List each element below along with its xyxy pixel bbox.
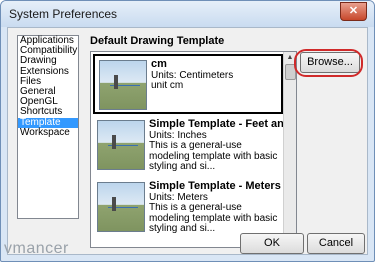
template-item-feet-inches[interactable]: Simple Template - Feet an... Units: Inch…	[93, 116, 283, 174]
person-figure-icon	[112, 197, 116, 211]
title-bar[interactable]: System Preferences ✕	[1, 1, 374, 27]
template-units: Units: Centimeters	[151, 70, 234, 81]
person-figure-icon	[112, 135, 116, 149]
nav-item-shortcuts[interactable]: Shortcuts	[18, 107, 78, 117]
template-description: This is a general-use modeling template …	[149, 203, 278, 233]
template-list-scrollbar[interactable]: ▲ ▼	[283, 52, 296, 247]
browse-highlight-annotation	[294, 49, 363, 77]
template-name: Simple Template - Feet an...	[149, 118, 283, 130]
template-item-cm[interactable]: cm Units: Centimeters unit cm	[93, 54, 283, 114]
close-button[interactable]: ✕	[340, 2, 367, 21]
system-preferences-window: System Preferences ✕ Applications Compat…	[0, 0, 375, 262]
window-title: System Preferences	[9, 7, 118, 21]
close-icon: ✕	[348, 5, 359, 17]
ok-button[interactable]: OK	[240, 233, 304, 254]
template-thumbnail	[97, 120, 145, 170]
person-figure-icon	[114, 75, 118, 89]
template-item-meters[interactable]: Simple Template - Meters Units: Meters T…	[93, 178, 283, 236]
template-units: Units: Inches	[149, 130, 207, 141]
section-title: Default Drawing Template	[90, 35, 225, 47]
template-description: This is a general-use modeling template …	[149, 141, 278, 171]
cancel-button[interactable]: Cancel	[307, 233, 365, 254]
template-list[interactable]: cm Units: Centimeters unit cm Simple Tem…	[90, 51, 297, 248]
watermark: vmancer	[4, 240, 69, 257]
category-list[interactable]: Applications Compatibility Drawing Exten…	[17, 35, 79, 219]
template-name: Simple Template - Meters	[149, 180, 281, 192]
nav-item-workspace[interactable]: Workspace	[18, 127, 78, 138]
template-thumbnail	[97, 182, 145, 232]
template-units: Units: Meters	[149, 192, 208, 203]
template-thumbnail	[99, 60, 147, 110]
template-name: cm	[151, 58, 167, 70]
template-description: unit cm	[151, 81, 184, 91]
